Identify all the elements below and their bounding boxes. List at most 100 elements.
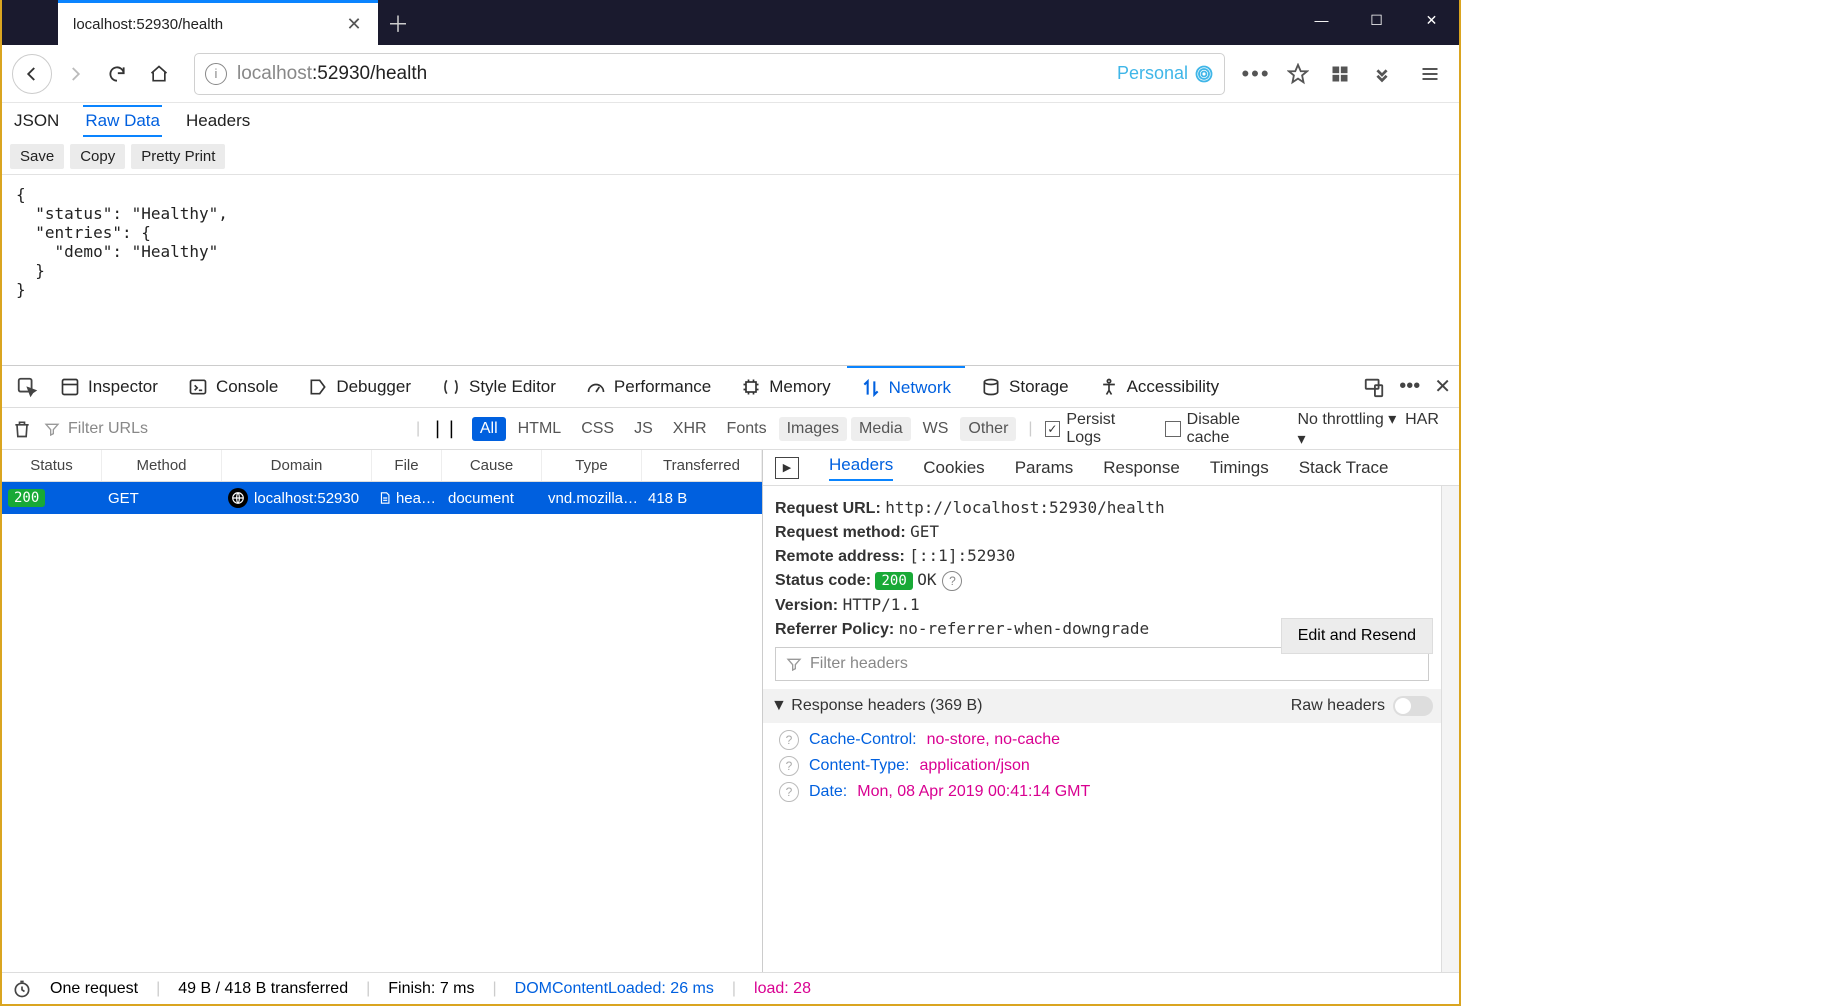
- json-raw-body[interactable]: { "status": "Healthy", "entries": { "dem…: [2, 175, 1459, 365]
- detail-tab-response[interactable]: Response: [1103, 458, 1180, 478]
- browser-tab[interactable]: localhost:52930/health ✕: [58, 0, 378, 45]
- network-request-row[interactable]: 200 GET localhost:52930 hea… document vn…: [2, 482, 762, 514]
- help-icon[interactable]: ?: [779, 782, 799, 802]
- file-icon: [378, 490, 392, 506]
- tool-memory[interactable]: Memory: [727, 366, 844, 407]
- reload-timer-icon[interactable]: [12, 979, 32, 999]
- devtools-panel: Inspector Console Debugger Style Editor …: [2, 365, 1459, 1004]
- tool-inspector[interactable]: Inspector: [46, 366, 172, 407]
- devtools-options-icon[interactable]: •••: [1399, 375, 1420, 398]
- devtools-tabs: Inspector Console Debugger Style Editor …: [2, 366, 1459, 408]
- page-actions-button[interactable]: •••: [1237, 55, 1275, 93]
- close-devtools-icon[interactable]: ✕: [1434, 374, 1451, 399]
- filter-icon: [44, 421, 60, 437]
- filter-type-bar: All HTML CSS JS XHR Fonts Images Media W…: [472, 417, 1017, 441]
- raw-headers-toggle[interactable]: [1393, 696, 1433, 716]
- reload-button[interactable]: [98, 55, 136, 93]
- filter-html[interactable]: HTML: [510, 417, 570, 441]
- responsive-mode-icon[interactable]: [1363, 376, 1385, 398]
- forward-button[interactable]: [56, 55, 94, 93]
- detail-scrollbar[interactable]: [1441, 486, 1459, 972]
- help-icon[interactable]: ?: [779, 730, 799, 750]
- status-badge: 200: [8, 489, 45, 507]
- tab-raw-data[interactable]: Raw Data: [83, 105, 162, 137]
- close-tab-icon[interactable]: ✕: [345, 15, 363, 33]
- persist-logs-checkbox[interactable]: ✓Persist Logs: [1045, 411, 1153, 447]
- clear-button[interactable]: [12, 419, 32, 439]
- filter-fonts[interactable]: Fonts: [719, 417, 775, 441]
- save-button[interactable]: Save: [10, 144, 64, 169]
- home-button[interactable]: [140, 55, 178, 93]
- filter-media[interactable]: Media: [851, 417, 911, 441]
- tool-storage[interactable]: Storage: [967, 366, 1083, 407]
- close-window-button[interactable]: ✕: [1404, 0, 1459, 40]
- status-text: OK: [917, 570, 936, 589]
- status-load: load: 28: [754, 980, 811, 998]
- filter-images[interactable]: Images: [779, 417, 847, 441]
- jsonviewer-toolbar: Save Copy Pretty Print: [2, 139, 1459, 175]
- filter-ws[interactable]: WS: [915, 417, 957, 441]
- detail-tab-cookies[interactable]: Cookies: [923, 458, 984, 478]
- url-rest: :52930/health: [312, 63, 427, 84]
- help-icon[interactable]: ?: [942, 571, 962, 591]
- edit-resend-button[interactable]: Edit and Resend: [1281, 618, 1433, 654]
- status-requests: One request: [50, 980, 138, 998]
- response-header-item: ?Date: Mon, 08 Apr 2019 00:41:14 GMT: [775, 779, 1429, 805]
- tool-debugger[interactable]: Debugger: [294, 366, 425, 407]
- filter-other[interactable]: Other: [960, 417, 1016, 441]
- referrer-policy-label: Referrer Policy:: [775, 621, 894, 638]
- status-domcontentloaded: DOMContentLoaded: 26 ms: [515, 980, 714, 998]
- url-bar[interactable]: i localhost:52930/health Personal: [194, 53, 1225, 95]
- response-headers-section[interactable]: ▼ Response headers (369 B) Raw headers: [763, 689, 1441, 723]
- jsonviewer-tabs: JSON Raw Data Headers: [2, 103, 1459, 139]
- referrer-policy-value: no-referrer-when-downgrade: [899, 619, 1149, 638]
- pause-recording-icon[interactable]: ||: [432, 418, 460, 439]
- detail-tab-params[interactable]: Params: [1015, 458, 1074, 478]
- filter-all[interactable]: All: [472, 417, 506, 441]
- overflow-button[interactable]: [1363, 55, 1401, 93]
- pick-element-button[interactable]: [10, 366, 44, 407]
- network-request-list: Status Method Domain File Cause Type Tra…: [2, 450, 763, 972]
- filter-js[interactable]: JS: [626, 417, 661, 441]
- maximize-button[interactable]: ☐: [1349, 0, 1404, 40]
- accessibility-icon: [1099, 377, 1119, 397]
- back-button[interactable]: [12, 54, 52, 94]
- menu-button[interactable]: [1411, 55, 1449, 93]
- tab-json[interactable]: JSON: [12, 107, 61, 135]
- status-code-label: Status code:: [775, 572, 871, 589]
- filter-urls-input[interactable]: Filter URLs: [44, 420, 404, 438]
- url-host: localhost: [237, 63, 312, 84]
- tab-headers[interactable]: Headers: [184, 107, 252, 135]
- tool-accessibility[interactable]: Accessibility: [1085, 366, 1234, 407]
- filter-css[interactable]: CSS: [573, 417, 622, 441]
- raw-headers-label: Raw headers: [1291, 697, 1385, 715]
- tool-console[interactable]: Console: [174, 366, 292, 407]
- window-controls: — ☐ ✕: [1294, 0, 1459, 40]
- detail-tab-timings[interactable]: Timings: [1210, 458, 1269, 478]
- detail-tab-headers[interactable]: Headers: [829, 455, 893, 481]
- network-columns-header[interactable]: Status Method Domain File Cause Type Tra…: [2, 450, 762, 482]
- tool-performance[interactable]: Performance: [572, 366, 725, 407]
- toggle-raw-button[interactable]: ▶: [775, 457, 799, 479]
- network-icon: [861, 378, 881, 398]
- library-button[interactable]: [1321, 55, 1359, 93]
- container-indicator[interactable]: Personal: [1117, 63, 1214, 84]
- disable-cache-checkbox[interactable]: Disable cache: [1165, 411, 1286, 447]
- tool-style-editor[interactable]: Style Editor: [427, 366, 570, 407]
- site-info-icon[interactable]: i: [205, 63, 227, 85]
- network-detail-panel: ▶ Headers Cookies Params Response Timing…: [763, 450, 1459, 972]
- minimize-button[interactable]: —: [1294, 0, 1349, 40]
- bookmark-star-icon[interactable]: [1279, 55, 1317, 93]
- help-icon[interactable]: ?: [779, 756, 799, 776]
- tool-network[interactable]: Network: [847, 366, 965, 407]
- detail-tab-stack[interactable]: Stack Trace: [1299, 458, 1389, 478]
- filter-xhr[interactable]: XHR: [665, 417, 715, 441]
- throttling-selector[interactable]: No throttling ▾: [1297, 411, 1396, 428]
- pretty-print-button[interactable]: Pretty Print: [131, 144, 225, 169]
- request-method-value: GET: [910, 522, 939, 541]
- network-statusbar: One request| 49 B / 418 B transferred| F…: [2, 972, 1459, 1004]
- styleeditor-icon: [441, 377, 461, 397]
- inspector-icon: [60, 377, 80, 397]
- new-tab-button[interactable]: ＋: [378, 0, 418, 45]
- copy-button[interactable]: Copy: [70, 144, 125, 169]
